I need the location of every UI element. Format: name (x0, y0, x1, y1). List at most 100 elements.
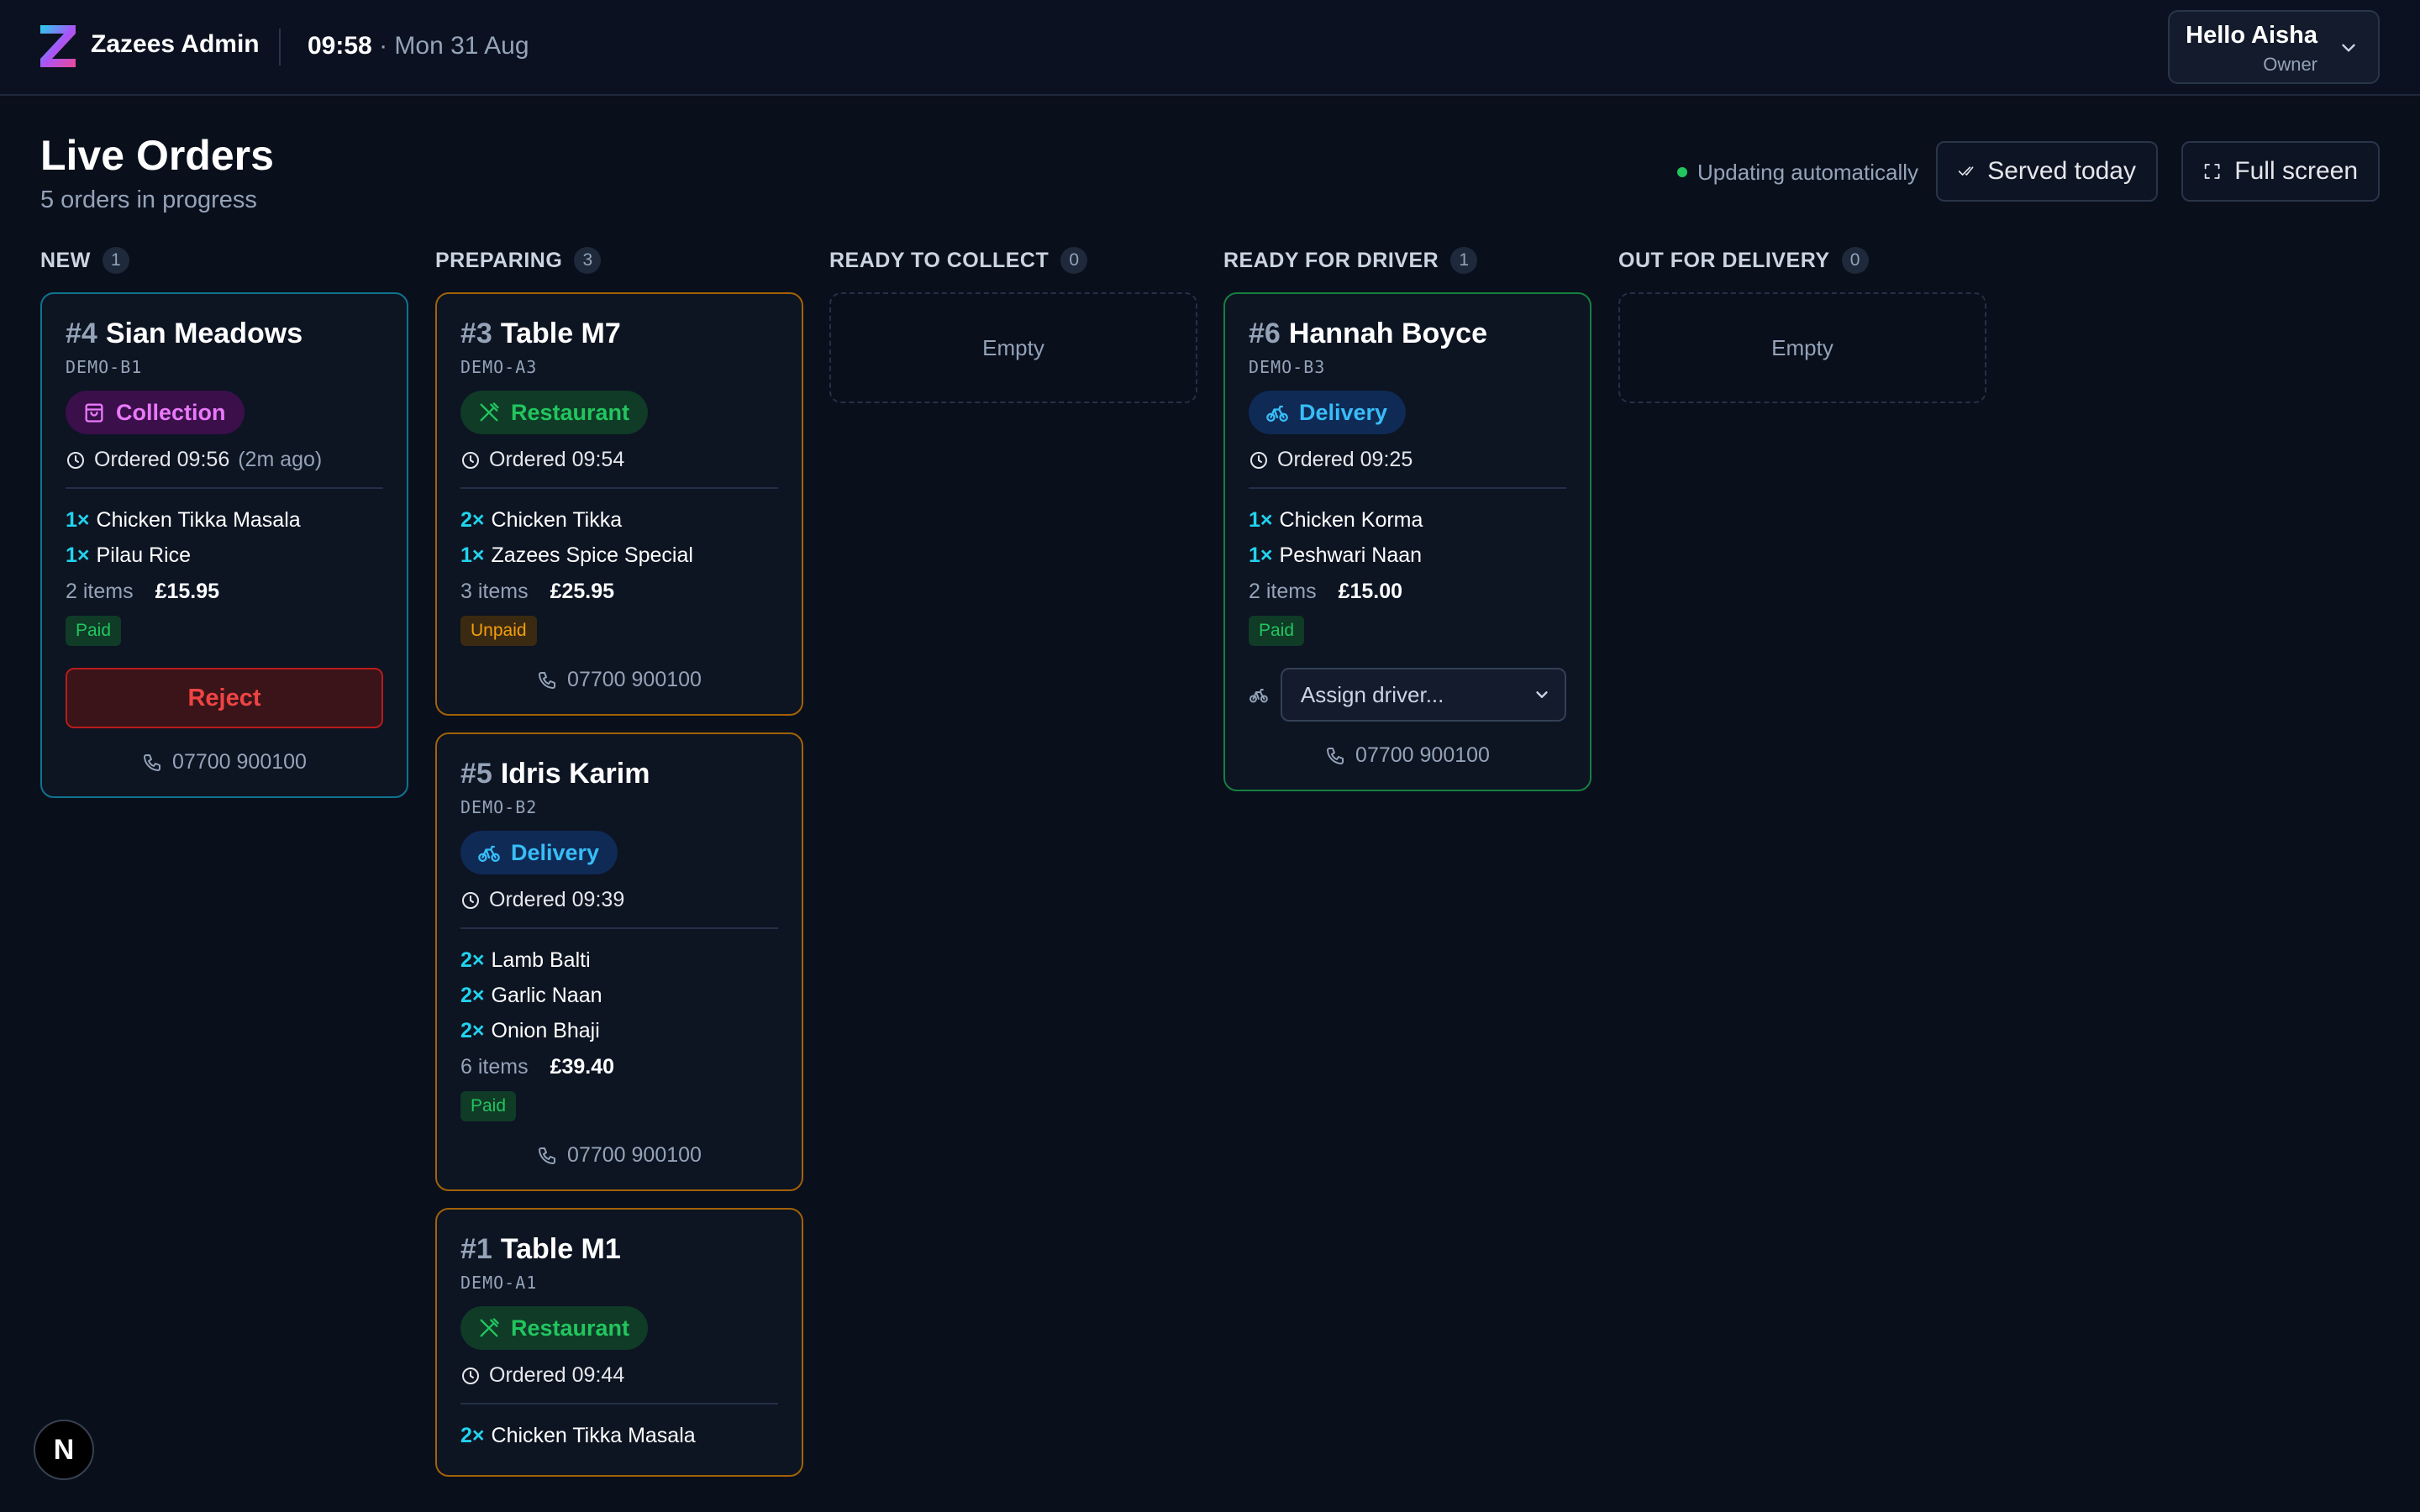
logo-z-icon[interactable] (39, 24, 77, 69)
ordered-text: Ordered 09:54 (489, 448, 625, 471)
item-qty: 1× (1249, 508, 1273, 532)
order-number: #5 (460, 758, 492, 790)
live-status-dot (1677, 167, 1687, 177)
order-number: #4 (66, 318, 97, 349)
order-item: 1× Chicken Korma (1249, 502, 1566, 538)
order-title: #4 Sian Meadows (66, 318, 383, 350)
phone-number: 07700 900100 (172, 750, 307, 774)
order-card[interactable]: #5 Idris Karim DEMO-B2 Delivery Ordered 0… (435, 732, 803, 1191)
dev-tools-badge[interactable]: N (34, 1420, 94, 1480)
reject-button[interactable]: Reject (66, 668, 383, 728)
order-type-label: Delivery (511, 839, 600, 865)
order-type-badge: Delivery (1249, 391, 1407, 434)
order-item: 1× Chicken Tikka Masala (66, 502, 383, 538)
user-menu-button[interactable]: Hello Aisha Owner (2168, 10, 2380, 84)
order-card[interactable]: #3 Table M7 DEMO-A3 Restaurant Ordered 09… (435, 292, 803, 716)
customer-name: Hannah Boyce (1288, 318, 1488, 349)
item-qty: 1× (460, 543, 485, 567)
phone-link[interactable]: 07700 900100 (1249, 743, 1566, 768)
double-check-icon (1958, 166, 1974, 176)
order-code: DEMO-B2 (460, 797, 538, 817)
phone-link[interactable]: 07700 900100 (460, 668, 778, 692)
item-qty: 1× (66, 543, 90, 567)
assign-driver-placeholder: Assign driver... (1300, 681, 1444, 707)
column-count-badge: 0 (1060, 247, 1088, 274)
order-code: DEMO-B1 (66, 357, 143, 377)
clock-icon (462, 1367, 479, 1384)
order-type-badge: Delivery (460, 831, 618, 874)
column-ready-to-collect: READY TO COLLECT 0 Empty (829, 247, 1197, 403)
order-time: Ordered 09:56 (2m ago) (66, 448, 383, 472)
page-title: Live Orders (40, 132, 274, 179)
chevron-down-icon (1536, 691, 1548, 698)
item-count: 2 items (1249, 580, 1317, 603)
clock-icon (1250, 451, 1267, 469)
phone-link[interactable]: 07700 900100 (66, 750, 383, 774)
chevron-down-icon (2342, 44, 2355, 52)
divider (460, 927, 778, 929)
page-subtitle: 5 orders in progress (40, 186, 257, 213)
empty-column-placeholder: Empty (829, 292, 1197, 403)
order-time: Ordered 09:39 (460, 888, 778, 912)
column-header: NEW 1 (40, 247, 408, 274)
order-number: #1 (460, 1233, 492, 1265)
order-title: #5 Idris Karim (460, 758, 778, 790)
bag-icon (85, 403, 103, 423)
order-item: 2× Chicken Tikka (460, 502, 778, 538)
order-item: 2× Chicken Tikka Masala (460, 1418, 778, 1453)
order-time: Ordered 09:44 (460, 1363, 778, 1388)
item-qty: 2× (460, 1424, 485, 1447)
order-total: £15.95 (155, 580, 220, 603)
utensils-icon (480, 402, 499, 422)
item-name: Garlic Naan (491, 984, 602, 1007)
order-type-label: Collection (116, 399, 226, 425)
full-screen-button[interactable]: Full screen (2181, 141, 2380, 202)
clock-icon (462, 891, 479, 909)
customer-name: Table M7 (500, 318, 621, 349)
divider (279, 29, 281, 66)
divider (1249, 487, 1566, 489)
order-item: 2× Garlic Naan (460, 978, 778, 1013)
item-qty: 1× (66, 508, 90, 532)
clock-time: 09:58 (308, 32, 372, 60)
column-header: PREPARING 3 (435, 247, 803, 274)
customer-name: Table M1 (500, 1233, 621, 1265)
item-count: 6 items (460, 1055, 529, 1079)
item-name: Chicken Tikka Masala (491, 1424, 696, 1447)
utensils-icon (480, 1318, 499, 1337)
order-type-badge: Restaurant (460, 391, 649, 434)
item-name: Peshwari Naan (1279, 543, 1423, 567)
order-card[interactable]: #4 Sian Meadows DEMO-B1 Collection Ordere… (40, 292, 408, 798)
order-card[interactable]: #1 Table M1 DEMO-A1 Restaurant Ordered 09… (435, 1208, 803, 1477)
top-bar: Zazees Admin 09:58 · Mon 31 Aug Hello Ai… (0, 0, 2420, 96)
fullscreen-icon (2204, 164, 2220, 179)
phone-number: 07700 900100 (1355, 743, 1490, 767)
column-count-badge: 1 (102, 247, 129, 274)
served-today-button[interactable]: Served today (1936, 141, 2158, 202)
customer-name: Sian Meadows (105, 318, 303, 349)
bike-icon (478, 845, 500, 863)
app-name[interactable]: Zazees Admin (91, 30, 260, 59)
order-type-badge: Collection (66, 391, 245, 434)
item-count: 2 items (66, 580, 134, 603)
divider (66, 487, 383, 489)
phone-icon (539, 671, 556, 689)
item-qty: 2× (460, 948, 485, 972)
order-time: Ordered 09:25 (1249, 448, 1566, 472)
payment-status-badge: Paid (66, 616, 122, 646)
order-item: 2× Onion Bhaji (460, 1013, 778, 1048)
phone-link[interactable]: 07700 900100 (460, 1143, 778, 1168)
order-type-label: Restaurant (511, 399, 630, 425)
column-count-badge: 1 (1450, 247, 1478, 274)
order-card[interactable]: #6 Hannah Boyce DEMO-B3 Delivery Ordered … (1223, 292, 1591, 791)
order-code: DEMO-B3 (1249, 357, 1326, 377)
column-new: NEW 1 #4 Sian Meadows DEMO-B1 Collection … (40, 247, 408, 815)
column-count-badge: 3 (574, 247, 602, 274)
live-status-text: Updating automatically (1697, 160, 1919, 185)
empty-column-placeholder: Empty (1618, 292, 1986, 403)
order-title: #6 Hannah Boyce (1249, 318, 1566, 350)
order-title: #1 Table M1 (460, 1233, 778, 1266)
ordered-text: Ordered 09:56 (94, 448, 230, 471)
assign-driver-select[interactable]: Assign driver... (1280, 668, 1566, 722)
item-name: Chicken Tikka Masala (96, 508, 301, 532)
